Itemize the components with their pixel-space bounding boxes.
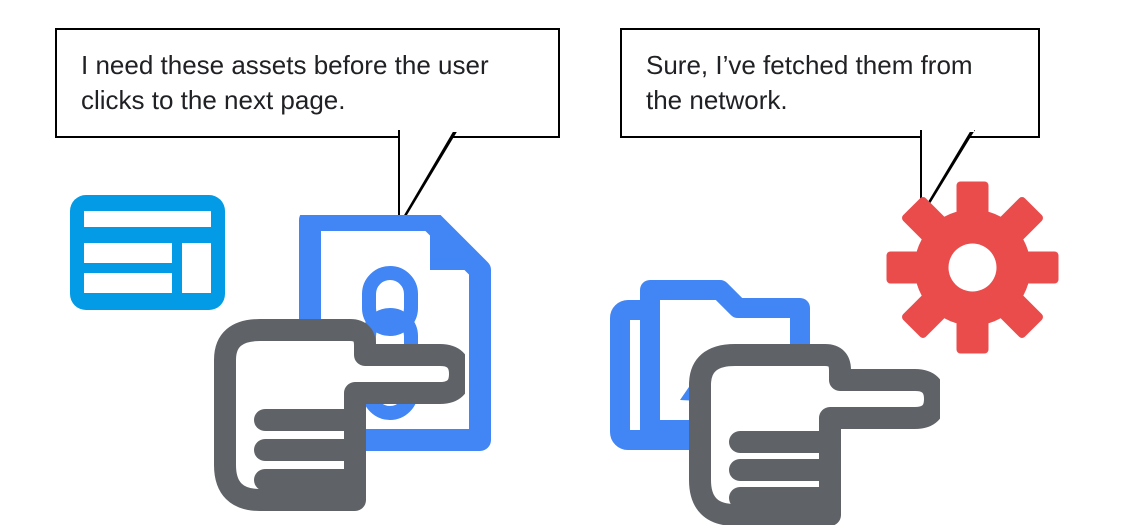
- speech-tail-left-patch: [400, 128, 458, 132]
- webpage-layout-icon: [70, 195, 225, 310]
- gear-icon: [885, 180, 1060, 355]
- diagram-stage: I need these assets before the user clic…: [0, 0, 1130, 528]
- speech-text-left: I need these assets before the user clic…: [81, 50, 489, 115]
- speech-tail-right-patch: [922, 128, 974, 132]
- speech-text-right: Sure, I’ve fetched them from the network…: [646, 50, 973, 115]
- speech-bubble-right: Sure, I’ve fetched them from the network…: [620, 28, 1040, 138]
- hand-pointing-right-icon: [680, 330, 940, 525]
- speech-tail-left-fill: [400, 130, 454, 222]
- hand-pointing-right-icon: [205, 300, 465, 515]
- speech-bubble-left: I need these assets before the user clic…: [55, 28, 560, 138]
